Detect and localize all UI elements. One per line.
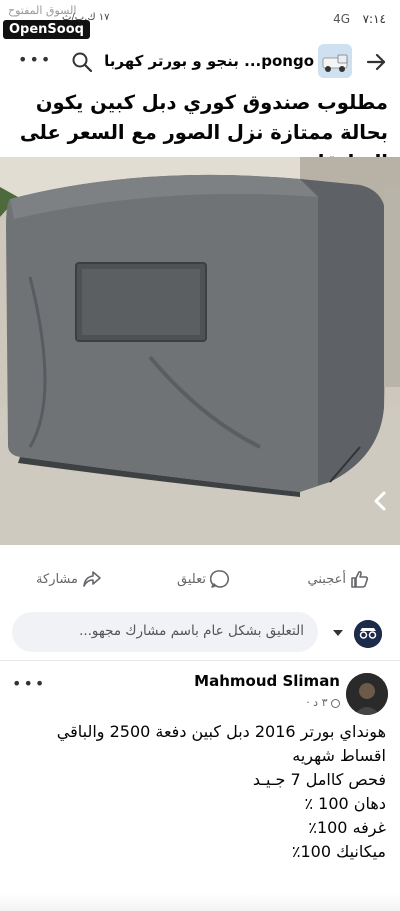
more-options-icon[interactable]: ••• [18, 50, 52, 69]
comment-composer: التعليق بشكل عام باسم مشارك مجهو... [0, 610, 400, 654]
back-arrow-icon[interactable] [364, 50, 388, 74]
share-icon [83, 571, 101, 587]
group-header: ••• pongo... بنجو و بورتر كهربا [0, 40, 400, 84]
divider [0, 660, 400, 661]
comment-label: تعليق [177, 571, 206, 587]
comment-icon [210, 570, 229, 588]
thumbs-up-icon [351, 570, 369, 588]
like-button[interactable]: أعجبني [308, 569, 370, 589]
share-label: مشاركة [36, 571, 78, 587]
identity-dropdown-caret[interactable] [333, 630, 343, 636]
group-thumbnail[interactable] [318, 44, 352, 78]
anonymous-avatar[interactable] [354, 620, 382, 648]
like-label: أعجبني [307, 571, 346, 587]
status-bar: السوق المفتوح OpenSooq ١٧ ك.ب/ث 4G ٧:١٤ [0, 0, 400, 39]
group-title[interactable]: pongo... بنجو و بورتر كهربا [104, 52, 314, 70]
navigation-bar-hint [0, 893, 400, 911]
author-avatar[interactable] [346, 673, 388, 715]
search-icon[interactable] [70, 50, 94, 74]
next-photo-icon[interactable] [366, 487, 394, 515]
post-body: هونداي بورتر 2016 دبل كبين دفعة 2500 وال… [56, 722, 386, 861]
share-button[interactable]: مشاركة [36, 569, 102, 589]
post-time: ٣ د · [250, 696, 340, 709]
comment-input[interactable]: التعليق بشكل عام باسم مشارك مجهو... [12, 612, 318, 652]
status-speed: ١٧ ك.ب/ث [62, 12, 110, 23]
network-indicator: 4G [333, 12, 350, 26]
author-name[interactable]: Mahmoud Sliman [150, 672, 340, 690]
status-time: ٧:١٤ [362, 12, 386, 26]
canopy-photo-illustration [0, 157, 400, 545]
comment-button[interactable]: تعليق [177, 569, 230, 589]
post-actions: أعجبني تعليق مشاركة [0, 563, 400, 597]
post-photo[interactable] [0, 157, 400, 545]
globe-icon [331, 698, 340, 708]
post-more-icon[interactable]: ••• [12, 674, 46, 693]
